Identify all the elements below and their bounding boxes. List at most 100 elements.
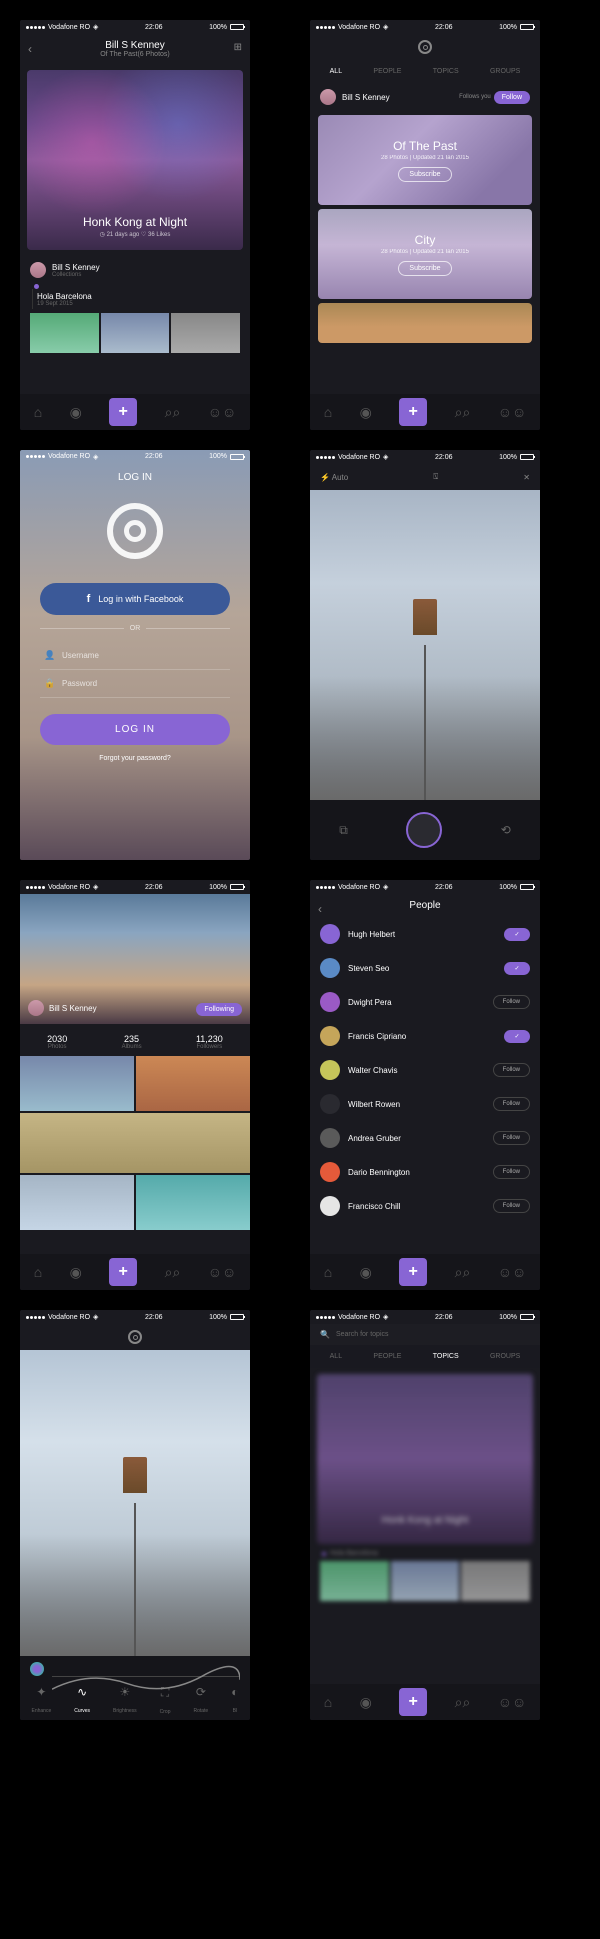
close-button[interactable]: ✕ <box>523 473 530 482</box>
eye-icon[interactable]: ◉ <box>70 1264 82 1281</box>
follow-button[interactable]: Follow <box>493 1063 530 1077</box>
tab-groups[interactable]: GROUPS <box>490 68 520 75</box>
camera-icon[interactable]: ⍂ <box>433 472 438 482</box>
eye-icon[interactable]: ◉ <box>360 1694 372 1711</box>
add-button[interactable]: + <box>109 1258 137 1286</box>
following-button[interactable]: Following <box>196 1003 242 1016</box>
gallery-icon[interactable]: ⧉ <box>339 823 348 838</box>
color-blob-icon[interactable] <box>30 1662 44 1676</box>
binoculars-icon[interactable]: ⌕⌕ <box>165 1264 181 1281</box>
grid-photo[interactable] <box>20 1113 250 1173</box>
follow-button[interactable]: Follow <box>493 1199 530 1213</box>
login-button[interactable]: LOG IN <box>40 714 230 745</box>
stat-photos[interactable]: 2030Photos <box>47 1034 67 1050</box>
add-button[interactable]: + <box>399 1688 427 1716</box>
binoculars-icon[interactable]: ⌕⌕ <box>165 404 181 421</box>
curve-graph[interactable] <box>52 1661 240 1677</box>
thumbnail-row[interactable] <box>20 313 250 353</box>
eye-icon[interactable]: ◉ <box>360 1264 372 1281</box>
person-row[interactable]: Hugh Helbert✓ <box>310 917 540 951</box>
follow-button[interactable]: Follow <box>493 1165 530 1179</box>
follow-button[interactable]: Follow <box>493 1131 530 1145</box>
person-row[interactable]: Steven Seo✓ <box>310 951 540 985</box>
add-button[interactable]: + <box>399 1258 427 1286</box>
collection-card[interactable]: City 28 Photos | Updated 21 Ian 2015 Sub… <box>318 209 532 299</box>
feed-user-row[interactable]: Bill S Kenney Collections <box>20 256 250 284</box>
tab-groups[interactable]: GROUPS <box>490 1353 520 1360</box>
home-icon[interactable]: ⌂ <box>324 404 332 420</box>
collection-title[interactable]: Hola Barcelona <box>37 292 92 301</box>
volume-icon[interactable]: ⊞ <box>234 42 242 53</box>
following-check[interactable]: ✓ <box>504 928 530 941</box>
facebook-login-button[interactable]: f Log in with Facebook <box>40 583 230 615</box>
following-check[interactable]: ✓ <box>504 962 530 975</box>
thumb[interactable] <box>30 313 99 353</box>
grid-photo[interactable] <box>136 1056 250 1111</box>
tab-all[interactable]: ALL <box>330 1353 342 1360</box>
tab-people[interactable]: PEOPLE <box>373 1353 401 1360</box>
people-icon[interactable]: ☺☺ <box>208 404 237 420</box>
home-icon[interactable]: ⌂ <box>34 1264 42 1280</box>
collection-card[interactable]: Of The Past 28 Photos | Updated 21 Ian 2… <box>318 115 532 205</box>
follow-button[interactable]: Follow <box>494 91 530 104</box>
tab-topics[interactable]: TOPICS <box>433 1353 459 1360</box>
add-button[interactable]: + <box>399 398 427 426</box>
tool-enhance[interactable]: ✦Enhance <box>31 1685 51 1717</box>
back-button[interactable]: ‹ <box>318 902 322 916</box>
person-row[interactable]: Dario BenningtonFollow <box>310 1155 540 1189</box>
hero-card[interactable]: Honk Kong at Night ◷ 21 days ago ♡ 36 Li… <box>27 70 243 250</box>
person-row[interactable]: Andrea GruberFollow <box>310 1121 540 1155</box>
collection-card[interactable] <box>318 303 532 343</box>
thumb[interactable] <box>101 313 170 353</box>
flash-toggle[interactable]: ⚡ Auto <box>320 473 348 482</box>
person-row[interactable]: Dwight PeraFollow <box>310 985 540 1019</box>
eye-icon[interactable]: ◉ <box>360 404 372 421</box>
grid-photo[interactable] <box>136 1175 250 1230</box>
tab-topics[interactable]: TOPICS <box>433 68 459 75</box>
username[interactable]: Bill S Kenney <box>342 93 390 102</box>
people-icon[interactable]: ☺☺ <box>498 1694 527 1710</box>
people-list[interactable]: Hugh Helbert✓Steven Seo✓Dwight PeraFollo… <box>310 917 540 1254</box>
logo-icon[interactable] <box>418 40 432 54</box>
binoculars-icon[interactable]: ⌕⌕ <box>455 404 471 421</box>
following-check[interactable]: ✓ <box>504 1030 530 1043</box>
subscribe-button[interactable]: Subscribe <box>398 167 451 182</box>
binoculars-icon[interactable]: ⌕⌕ <box>455 1264 471 1281</box>
person-row[interactable]: Wilbert RowenFollow <box>310 1087 540 1121</box>
thumb[interactable] <box>171 313 240 353</box>
grid-photo[interactable] <box>20 1056 134 1111</box>
person-row[interactable]: Walter ChavisFollow <box>310 1053 540 1087</box>
people-icon[interactable]: ☺☺ <box>498 1264 527 1280</box>
tab-people[interactable]: PEOPLE <box>373 68 401 75</box>
password-input[interactable]: 🔒 Password <box>40 670 230 698</box>
subscribe-button[interactable]: Subscribe <box>398 261 451 276</box>
tab-all[interactable]: ALL <box>330 68 342 75</box>
home-icon[interactable]: ⌂ <box>324 1264 332 1280</box>
avatar[interactable] <box>320 89 336 105</box>
person-row[interactable]: Francisco ChillFollow <box>310 1189 540 1223</box>
home-icon[interactable]: ⌂ <box>324 1694 332 1710</box>
add-button[interactable]: + <box>109 398 137 426</box>
editor-canvas[interactable] <box>20 1350 250 1656</box>
grid-photo[interactable] <box>20 1175 134 1230</box>
profile-name[interactable]: Bill S Kenney <box>49 1004 97 1013</box>
follow-button[interactable]: Follow <box>493 1097 530 1111</box>
back-button[interactable]: ‹ <box>28 42 32 56</box>
person-row[interactable]: Francis Cipriano✓ <box>310 1019 540 1053</box>
username-input[interactable]: 👤 Username <box>40 642 230 670</box>
stat-albums[interactable]: 235Albums <box>122 1034 142 1050</box>
search-bar[interactable]: 🔍 Search for topics <box>310 1324 540 1345</box>
shutter-button[interactable] <box>406 812 442 848</box>
people-icon[interactable]: ☺☺ <box>498 404 527 420</box>
people-icon[interactable]: ☺☺ <box>208 1264 237 1280</box>
follow-button[interactable]: Follow <box>493 995 530 1009</box>
viewfinder[interactable] <box>310 490 540 800</box>
switch-camera-icon[interactable]: ⟲ <box>501 823 511 837</box>
binoculars-icon[interactable]: ⌕⌕ <box>455 1694 471 1711</box>
forgot-password-link[interactable]: Forgot your password? <box>99 755 171 762</box>
logo-icon[interactable] <box>128 1330 142 1344</box>
stat-followers[interactable]: 11,230Followers <box>196 1034 223 1050</box>
home-icon[interactable]: ⌂ <box>34 404 42 420</box>
avatar[interactable] <box>28 1000 44 1016</box>
eye-icon[interactable]: ◉ <box>70 404 82 421</box>
